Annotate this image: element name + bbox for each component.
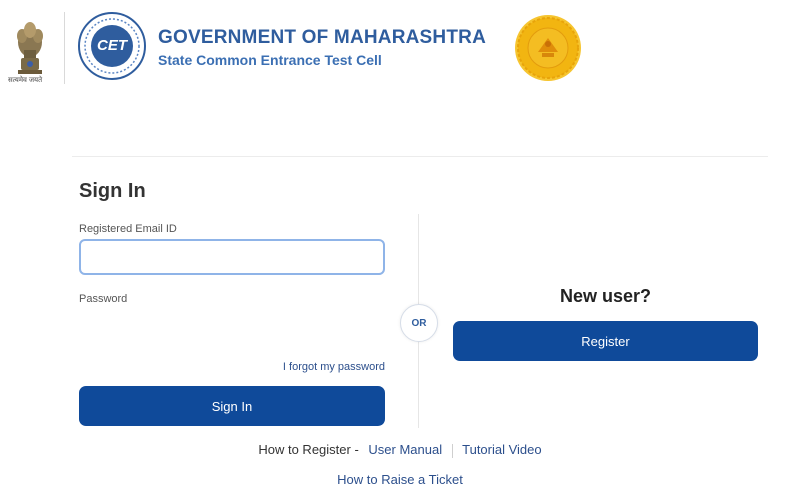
footer-ticket-row: How to Raise a Ticket [0, 472, 800, 487]
maharashtra-seal-icon [515, 15, 581, 81]
signin-title: Sign In [79, 180, 146, 202]
tutorial-video-link[interactable]: Tutorial Video [462, 442, 542, 457]
header-separator [64, 12, 65, 84]
cet-logo: CET [78, 12, 146, 80]
or-badge: OR [400, 304, 438, 342]
footer-separator [451, 443, 453, 458]
new-user-heading: New user? [559, 286, 652, 306]
signin-button[interactable]: Sign In [79, 386, 385, 426]
raise-ticket-link[interactable]: How to Raise a Ticket [337, 472, 463, 487]
how-to-register-text: How to Register - [258, 442, 359, 457]
national-emblem-icon [17, 22, 43, 74]
emblem-caption: सत्यमेव जयते [8, 77, 43, 84]
password-label: Password [79, 293, 128, 305]
page-title: GOVERNMENT OF MAHARASHTRA [158, 27, 486, 48]
forgot-password-link[interactable]: I forgot my password [283, 361, 385, 373]
user-manual-link[interactable]: User Manual [368, 442, 442, 457]
or-label: OR [411, 317, 427, 329]
header-divider [72, 156, 768, 157]
header: सत्यमेव जयते CET GOVERNMENT OF MAHARASHT… [0, 0, 800, 100]
footer-help-links: How to Register - User Manual Tutorial V… [0, 442, 800, 458]
email-field[interactable] [79, 239, 385, 275]
email-label: Registered Email ID [79, 223, 177, 235]
page-subtitle: State Common Entrance Test Cell [158, 52, 382, 68]
cet-logo-text: CET [97, 37, 127, 54]
register-button[interactable]: Register [453, 321, 758, 361]
password-field[interactable] [79, 310, 385, 344]
